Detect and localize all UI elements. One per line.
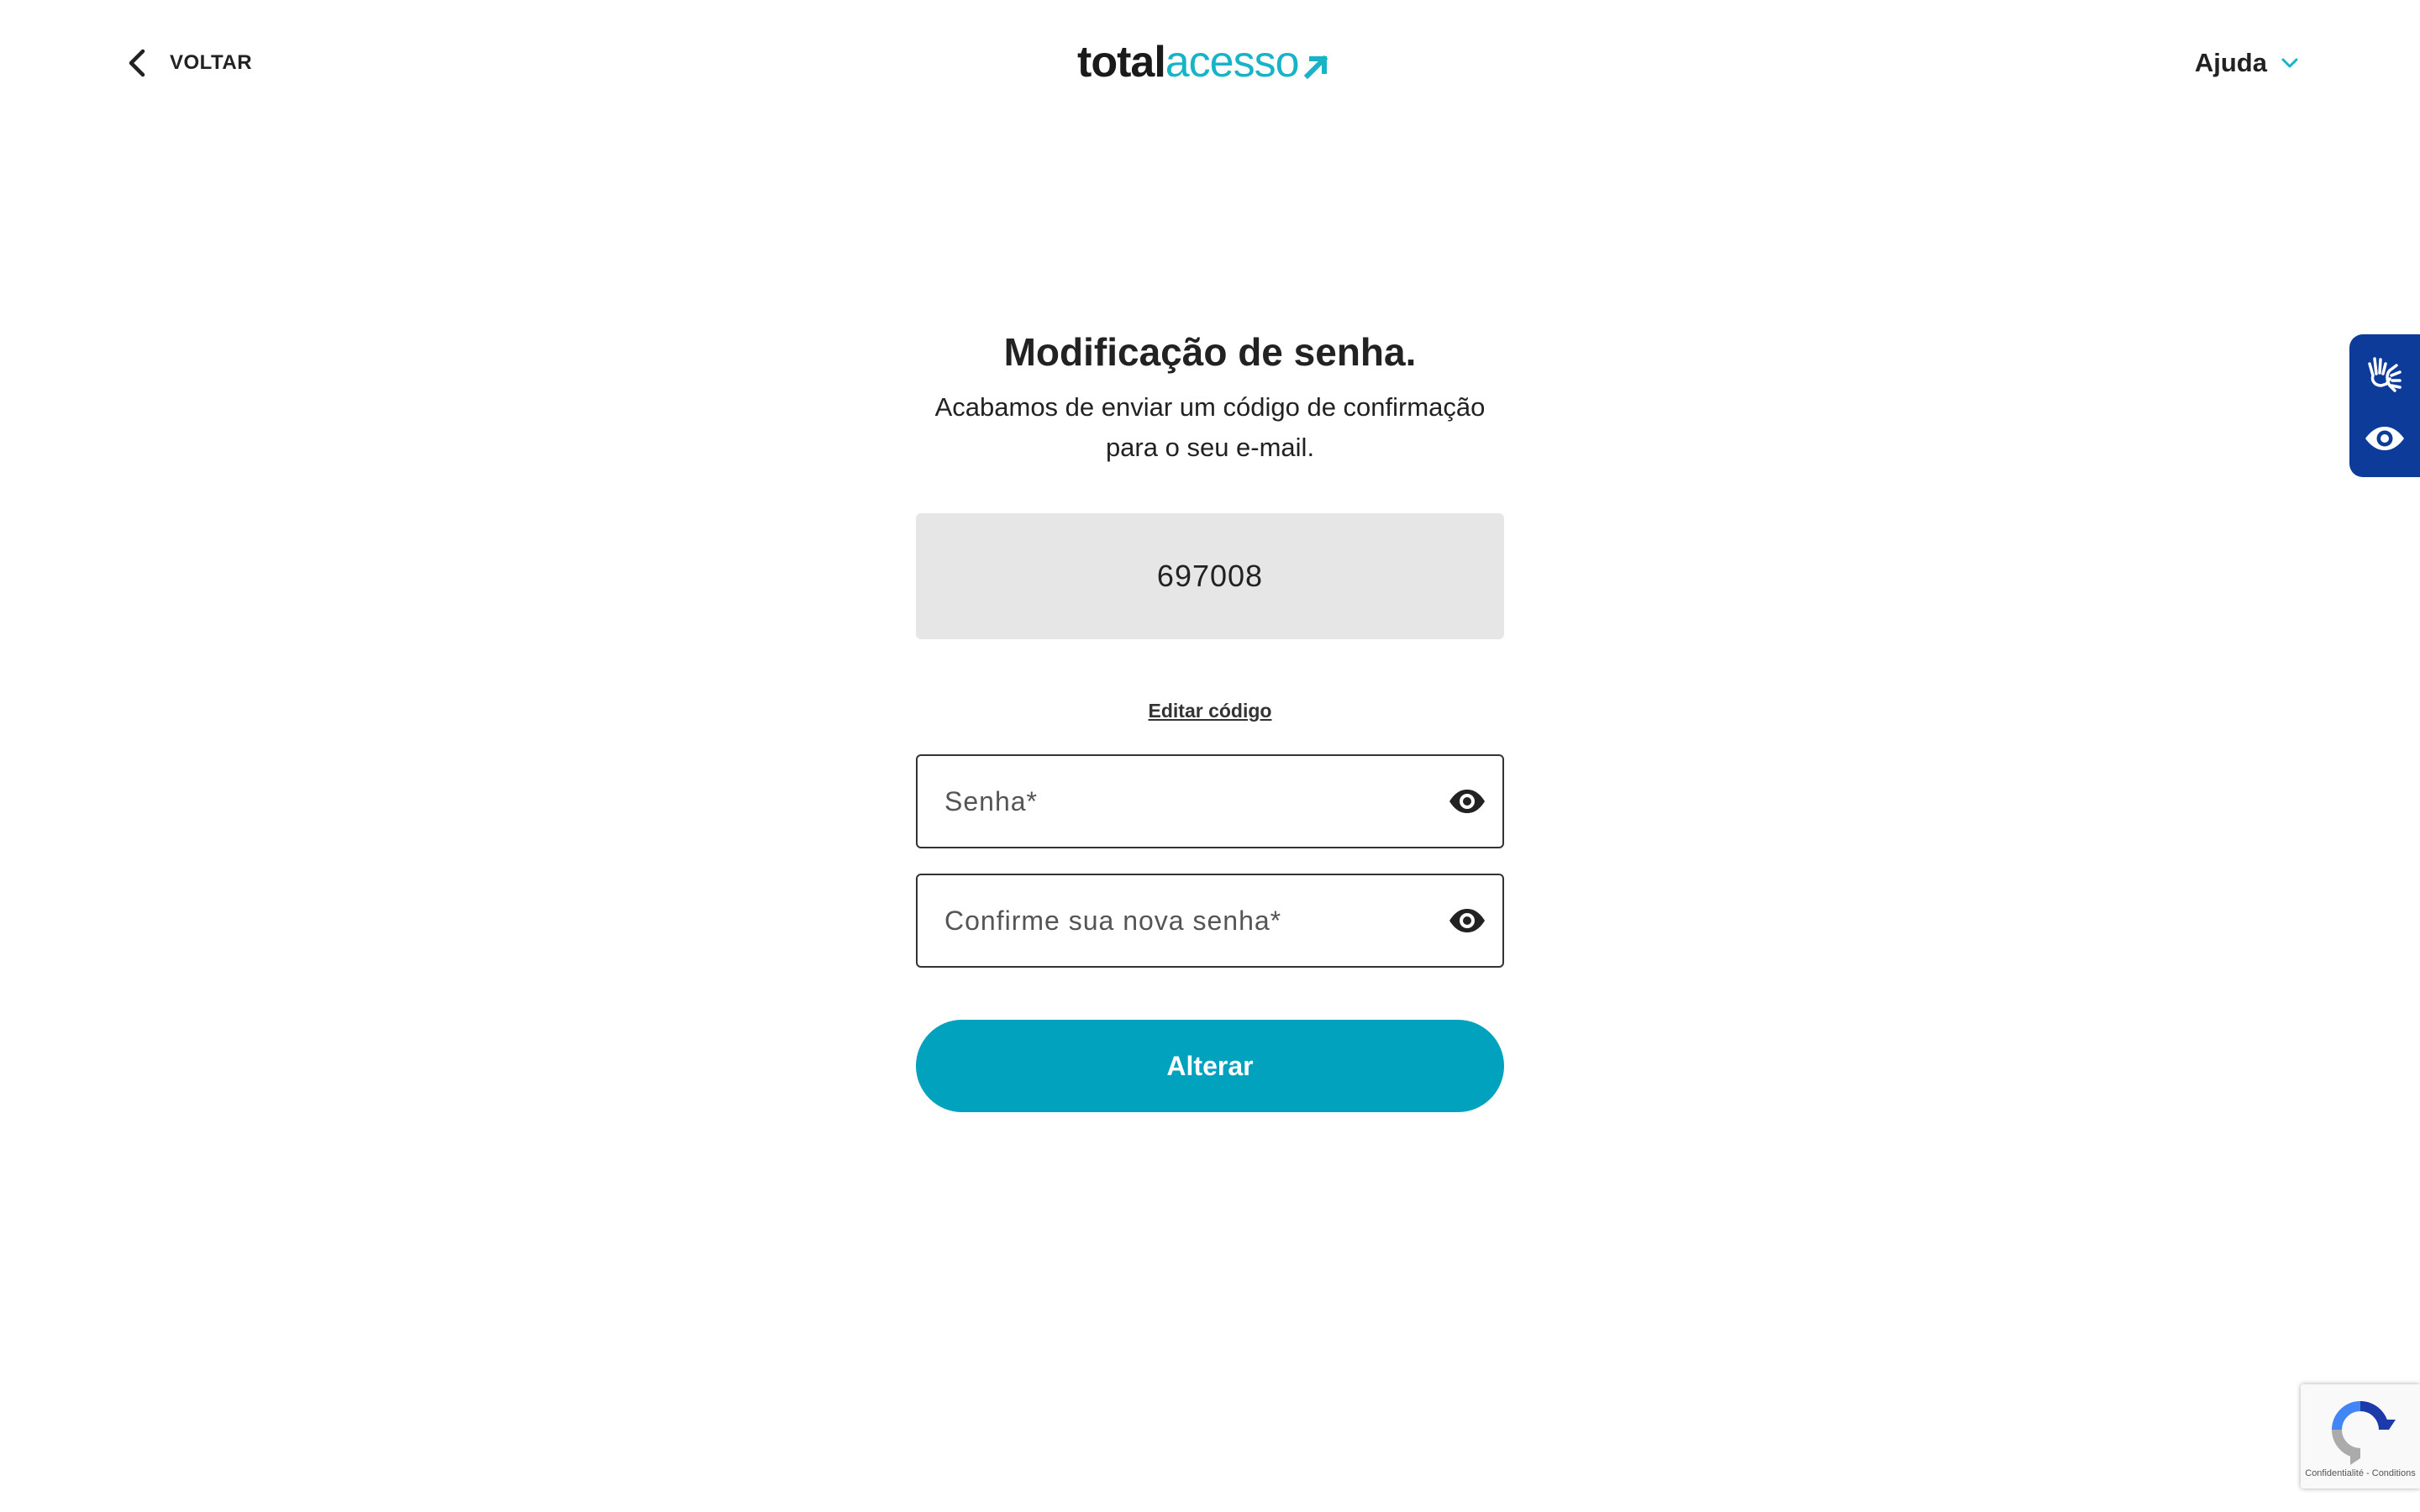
accessibility-widget [2349, 334, 2420, 477]
chevron-left-icon [129, 49, 145, 77]
logo-text-acesso: acesso [1165, 38, 1300, 87]
subtitle-line-2: para o seu e-mail. [1105, 433, 1315, 463]
confirm-password-field [916, 874, 1504, 969]
help-label: Ajuda [2194, 48, 2267, 77]
visual-accessibility-button[interactable] [2360, 413, 2410, 464]
page-subtitle: Acabamos de enviar um código de confirma… [916, 387, 1504, 468]
password-field [916, 754, 1504, 849]
password-change-form: Modificação de senha. Acabamos de enviar… [916, 319, 1504, 1113]
confirm-password-input[interactable] [943, 904, 1417, 937]
back-button[interactable]: VOLTAR [124, 42, 252, 84]
chevron-down-icon [2281, 58, 2298, 68]
top-header: VOLTAR total acesso Ajuda [0, 0, 2420, 126]
password-input[interactable] [943, 785, 1417, 818]
back-label: VOLTAR [170, 51, 253, 74]
eye-icon [1449, 909, 1485, 933]
logo-text-total: total [1077, 38, 1166, 87]
show-password-toggle[interactable] [1447, 781, 1487, 822]
subtitle-line-1: Acabamos de enviar um código de confirma… [934, 392, 1486, 423]
logo-arrow-icon [1303, 55, 1328, 80]
eye-icon [1449, 790, 1485, 814]
hands-icon [2368, 356, 2402, 392]
recaptcha-terms-link[interactable]: Conditions [2372, 1468, 2416, 1478]
recaptcha-logo-icon [2332, 1401, 2396, 1465]
sign-language-button[interactable] [2360, 349, 2410, 399]
recaptcha-links: Confidentialité - Conditions [2305, 1468, 2415, 1478]
submit-button[interactable]: Alterar [916, 1020, 1504, 1113]
help-dropdown[interactable]: Ajuda [2195, 42, 2299, 84]
logo: total acesso [1077, 37, 1331, 87]
recaptcha-privacy-link[interactable]: Confidentialité [2305, 1468, 2364, 1478]
recaptcha-separator: - [2363, 1468, 2372, 1478]
page: VOLTAR total acesso Ajuda Modificação de … [0, 0, 2420, 1512]
page-title: Modificação de senha. [1003, 330, 1417, 374]
recaptcha-badge[interactable]: Confidentialité - Conditions [2301, 1384, 2420, 1488]
edit-code-link[interactable]: Editar código [916, 700, 1504, 722]
eye-icon [2365, 426, 2404, 450]
confirmation-code-display: 697008 [916, 513, 1504, 640]
show-confirm-password-toggle[interactable] [1447, 900, 1487, 941]
